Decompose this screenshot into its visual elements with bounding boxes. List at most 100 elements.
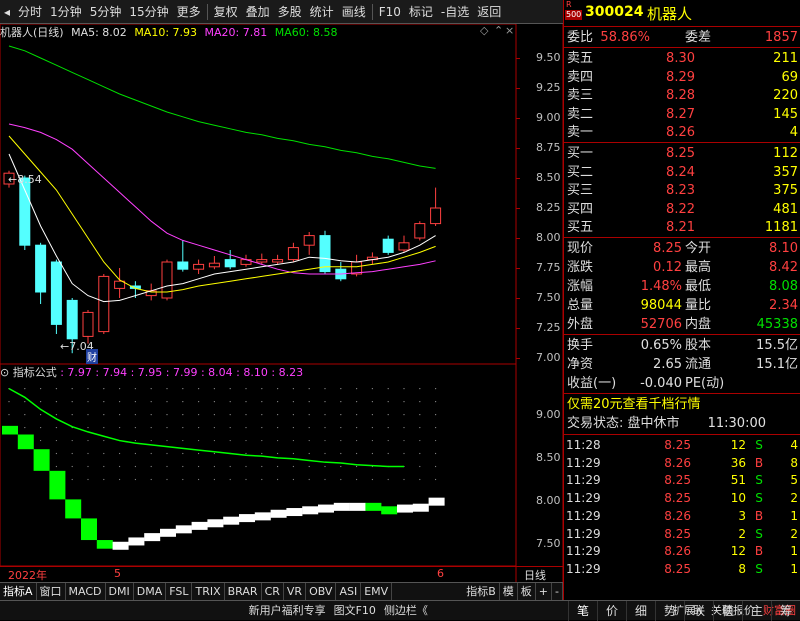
- indicator-dot: [134, 414, 136, 416]
- indicator-dot: [150, 414, 152, 416]
- trade-time: 11:28: [566, 438, 601, 452]
- right-tabs: 笔价细势联值主筹: [568, 601, 800, 621]
- right-tab[interactable]: 笔: [568, 601, 597, 621]
- close-icon[interactable]: ×: [505, 24, 514, 37]
- indicator-dot: [71, 414, 73, 416]
- candle-body: [398, 242, 410, 251]
- right-tab[interactable]: 主: [742, 601, 771, 621]
- trade-qty: 12: [730, 438, 746, 452]
- indicator-title-bar: ⊙ 指标公式 : 7.97 : 7.94 : 7.95 : 7.99 : 8.0…: [0, 364, 516, 380]
- finance-marker[interactable]: 财: [86, 349, 98, 364]
- toolbar-item[interactable]: 返回: [473, 0, 505, 24]
- indicator-tab[interactable]: DMA: [134, 582, 167, 601]
- indicator-tab[interactable]: 窗口: [37, 582, 66, 601]
- indicator-dot: [435, 426, 437, 429]
- indicator-tab[interactable]: MACD: [66, 582, 106, 601]
- indicator-dot: [198, 478, 200, 481]
- indicator-dot: [119, 401, 121, 403]
- indicator-tab[interactable]: VR: [284, 582, 307, 601]
- stat2-label: 净资: [567, 357, 594, 372]
- bid-volume: 375: [773, 183, 798, 199]
- right-tab[interactable]: 联: [684, 601, 713, 621]
- indicator-tab[interactable]: EMV: [361, 582, 393, 601]
- bottom-mid-item[interactable]: 侧边栏《: [380, 601, 432, 621]
- toolbar-item[interactable]: 复权: [210, 0, 242, 24]
- indicator-tab[interactable]: DMI: [106, 582, 134, 601]
- collapse-icon[interactable]: ◂: [0, 0, 14, 24]
- toolbar-item[interactable]: 画线: [338, 0, 370, 24]
- bottom-mid-item[interactable]: 新用户福利专享: [245, 601, 330, 621]
- right-tab[interactable]: 值: [713, 601, 742, 621]
- indicator-dot: [245, 426, 247, 429]
- indicator-dot: [292, 414, 294, 416]
- candle-body: [193, 263, 205, 270]
- right-tab[interactable]: 价: [597, 601, 626, 621]
- indicator-tab[interactable]: BRAR: [225, 582, 262, 601]
- toolbar-item[interactable]: 5分钟: [86, 0, 126, 24]
- trade-qty: 10: [730, 491, 746, 506]
- indicator-step: [65, 499, 82, 519]
- indicator-tab[interactable]: TRIX: [192, 582, 225, 601]
- indicator-dot: [103, 452, 105, 455]
- trade-time: 11:29: [566, 508, 601, 523]
- indicator-dot: [150, 478, 152, 481]
- toolbar-item[interactable]: 15分钟: [125, 0, 172, 24]
- indicator-tab[interactable]: OBV: [306, 582, 337, 601]
- indicator-dot: [371, 401, 373, 403]
- right-tab[interactable]: 细: [626, 601, 655, 621]
- stat-row: 涨幅 1.48% 最低 8.08: [563, 277, 800, 296]
- toolbar-item[interactable]: 叠加: [242, 0, 274, 24]
- bottom-mid-item[interactable]: 图文F10: [330, 601, 380, 621]
- indicator-dot: [324, 439, 326, 442]
- toolbar-item[interactable]: F10: [375, 0, 405, 24]
- trade-time: 11:29: [566, 491, 601, 506]
- ask-price: 8.28: [666, 88, 695, 104]
- bid-volume: 481: [773, 201, 798, 217]
- toolbar-item[interactable]: 更多: [173, 0, 205, 24]
- weibi-label: 委比: [567, 30, 594, 45]
- indicator-tab[interactable]: CR: [262, 582, 284, 601]
- indicator-dot: [340, 439, 342, 442]
- indicator-tab-right[interactable]: 模: [500, 582, 518, 601]
- indicator-tab-right[interactable]: +: [536, 582, 553, 601]
- toolbar-item[interactable]: 1分钟: [46, 0, 86, 24]
- indicator-dot: [419, 439, 421, 442]
- trade-price: 8.26: [664, 544, 691, 559]
- toolbar-item[interactable]: 多股: [274, 0, 306, 24]
- toolbar-item[interactable]: 统计: [306, 0, 338, 24]
- diamond-icon[interactable]: ◇: [480, 24, 488, 37]
- stat2-value: 2.65: [653, 357, 682, 372]
- divider: [563, 47, 800, 48]
- stat-label: 涨跌: [567, 260, 594, 275]
- indicator-tab-right[interactable]: -: [552, 582, 563, 601]
- indicator-toggle-icon[interactable]: ⊙: [0, 366, 9, 379]
- indicator-name[interactable]: 指标公式: [13, 366, 57, 379]
- toolbar-item[interactable]: 分时: [14, 0, 46, 24]
- toolbar-item[interactable]: -自选: [437, 0, 473, 24]
- indicator-dot: [103, 401, 105, 403]
- collapse-up-icon[interactable]: ⌃: [494, 24, 503, 37]
- indicator-tab-right[interactable]: 指标B: [463, 582, 500, 601]
- indicator-dot: [419, 388, 421, 390]
- toolbar-item[interactable]: 标记: [405, 0, 437, 24]
- indicator-tab[interactable]: ASI: [336, 582, 362, 601]
- trade-time: 11:29: [566, 455, 601, 470]
- right-tab[interactable]: 势: [655, 601, 684, 621]
- promo-link[interactable]: 仅需20元查看千档行情: [567, 395, 701, 414]
- period-label[interactable]: 日线: [524, 567, 546, 583]
- ask-price: 8.27: [666, 106, 695, 122]
- indicator-dot: [24, 426, 26, 429]
- indicator-tab[interactable]: 指标A: [0, 582, 37, 601]
- indicator-dot: [87, 465, 89, 468]
- right-tab[interactable]: 筹: [771, 601, 800, 621]
- indicator-tab[interactable]: FSL: [166, 582, 193, 601]
- indicator-dot: [245, 439, 247, 442]
- indicator-step: [33, 449, 50, 471]
- indicator-tab-right[interactable]: 板: [518, 582, 536, 601]
- trade-price: 8.26: [664, 508, 691, 523]
- indicator-line: [8, 387, 404, 468]
- indicator-dot: [292, 452, 294, 455]
- bid-row: 买四 8.22 481: [563, 200, 800, 219]
- bid-label: 买二: [567, 164, 594, 180]
- indicator-dot: [261, 465, 263, 468]
